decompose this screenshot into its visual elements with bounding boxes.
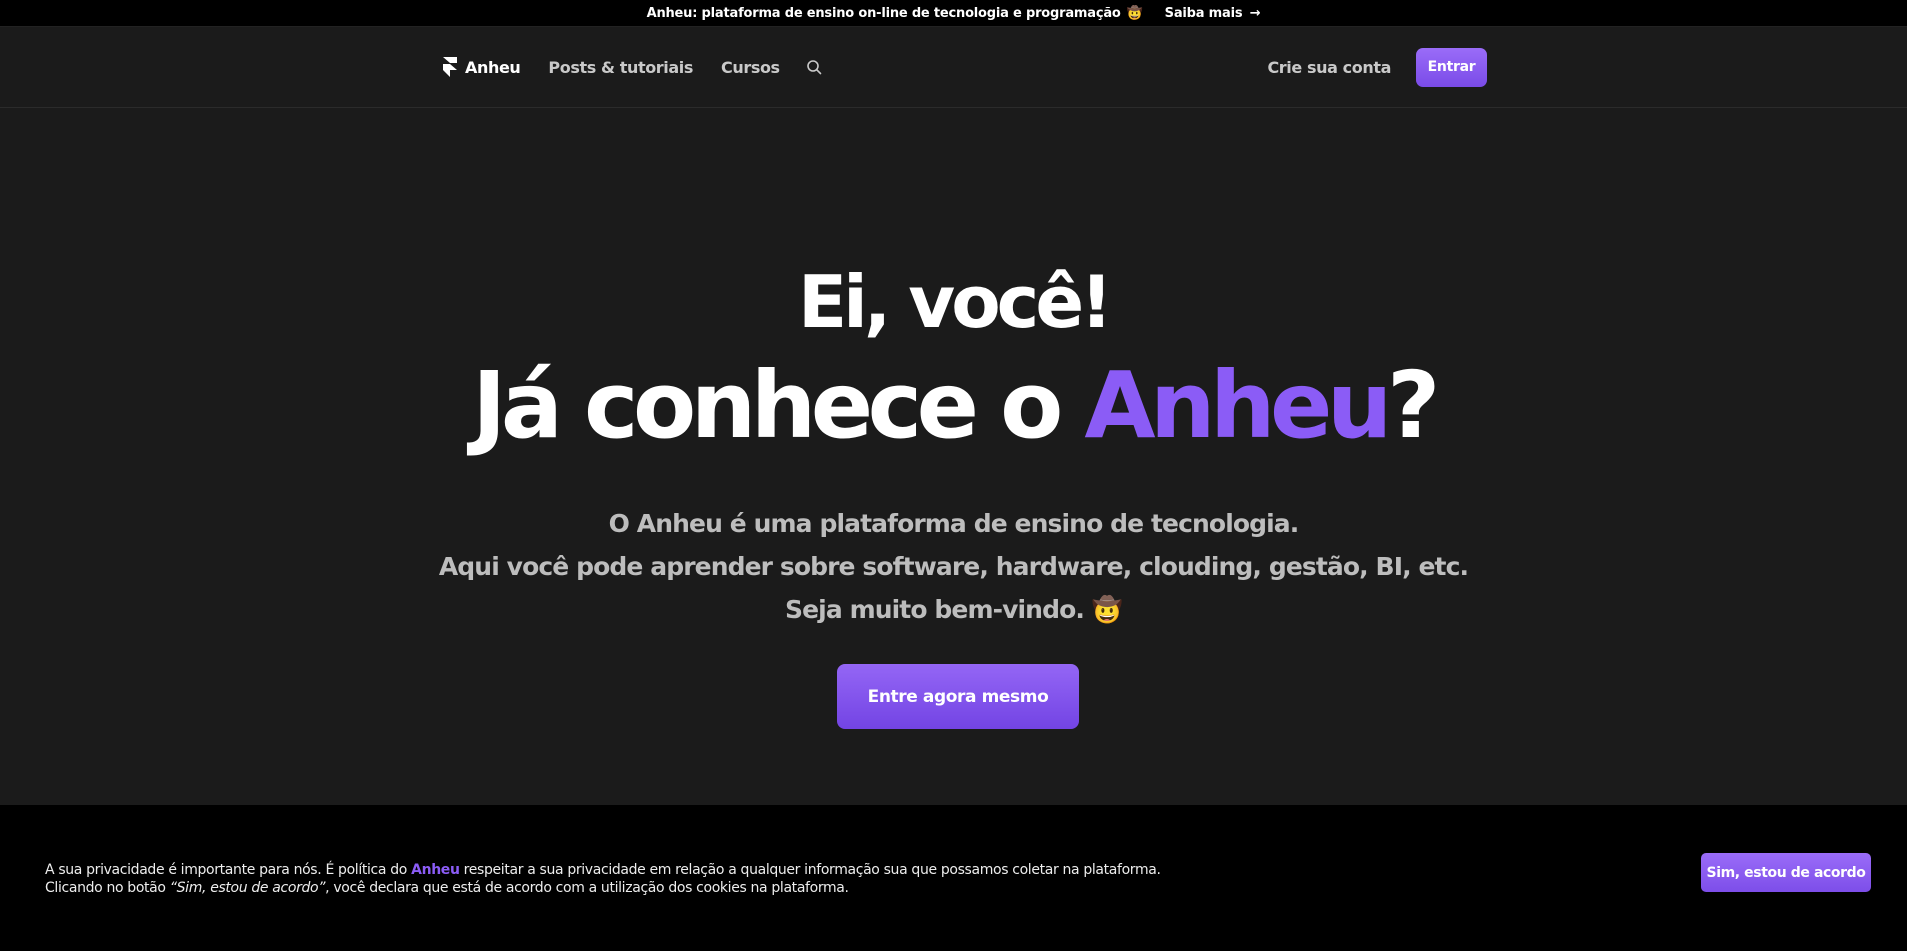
search-icon[interactable]: [806, 58, 824, 76]
anheu-logo-icon: [443, 57, 457, 77]
cookie-message-line-2: Clicando no botão “Sim, estou de acordo”…: [45, 879, 1161, 897]
hero-greeting: Ei, você!: [797, 260, 1113, 344]
hero-title-suffix: ?: [1386, 352, 1440, 459]
learn-more-label: Saiba mais: [1164, 5, 1243, 21]
hero-title-brand: Anheu: [1084, 352, 1392, 459]
brand-name: Anheu: [465, 57, 521, 77]
nav-link-posts[interactable]: Posts & tutoriais: [548, 58, 693, 77]
cookie-line2-quote: “Sim, estou de acordo”: [169, 880, 326, 896]
learn-more-link[interactable]: Saiba mais →: [1165, 6, 1261, 21]
signup-link[interactable]: Crie sua conta: [1267, 58, 1391, 77]
cta-enter-now-button[interactable]: Entre agora mesmo: [837, 664, 1079, 729]
cookie-line1-suffix: respeitar a sua privacidade em relação a…: [459, 862, 1161, 878]
cowboy-emoji-icon: 🤠: [1091, 595, 1123, 624]
nav-link-courses[interactable]: Cursos: [721, 58, 780, 77]
cookie-banner: A sua privacidade é importante para nós.…: [0, 805, 1907, 951]
navbar: Anheu Posts & tutoriais Cursos Crie sua …: [0, 27, 1907, 108]
announcement-bar: Anheu: plataforma de ensino on-line de t…: [0, 0, 1907, 27]
hero-description-line-3: Seja muito bem-vindo.: [784, 595, 1085, 624]
hero-description-line-2: Aqui você pode aprender sobre software, …: [438, 552, 1469, 581]
cookie-line2-suffix: , você declara que está de acordo com a …: [325, 880, 849, 896]
login-button[interactable]: Entrar: [1416, 47, 1487, 87]
hero-description-line-1: O Anheu é uma plataforma de ensino de te…: [608, 509, 1300, 538]
navbar-inner: Anheu Posts & tutoriais Cursos Crie sua …: [443, 27, 1487, 107]
cookie-brand-name: Anheu: [411, 862, 460, 878]
cookie-line1-prefix: A sua privacidade é importante para nós.…: [45, 862, 412, 878]
cookie-line2-prefix: Clicando no botão: [45, 880, 170, 896]
cowboy-emoji-icon: 🤠: [1126, 5, 1143, 21]
arrow-right-icon: →: [1249, 5, 1261, 21]
brand-home-link[interactable]: Anheu: [443, 57, 521, 77]
hero-section: Ei, você! Já conhece o Anheu? O Anheu é …: [0, 108, 1907, 805]
hero-title: Já conhece o Anheu?: [0, 360, 1907, 452]
cookie-message: A sua privacidade é importante para nós.…: [45, 861, 1161, 897]
announcement-text: Anheu: plataforma de ensino on-line de t…: [646, 5, 1121, 21]
hero-description: O Anheu é uma plataforma de ensino de te…: [0, 502, 1907, 631]
hero-title-prefix: Já conhece o: [472, 352, 1085, 459]
hero-description-line-3-wrap: Seja muito bem-vindo. 🤠: [0, 588, 1907, 631]
cookie-message-line-1: A sua privacidade é importante para nós.…: [45, 861, 1161, 879]
cookie-accept-button[interactable]: Sim, estou de acordo: [1701, 853, 1871, 892]
